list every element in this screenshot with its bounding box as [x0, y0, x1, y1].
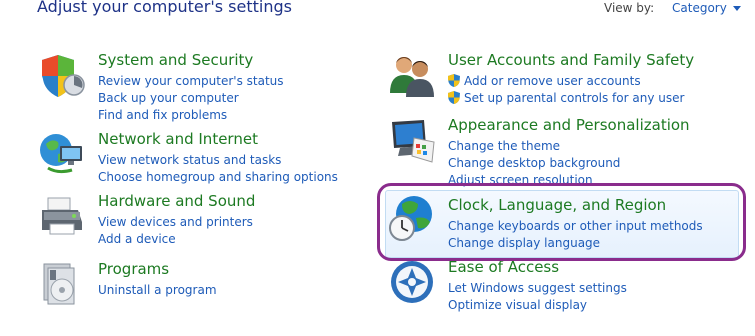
- link-desktop-background[interactable]: Change desktop background: [448, 155, 620, 172]
- link-display-language[interactable]: Change display language: [448, 235, 703, 252]
- link-change-theme[interactable]: Change the theme: [448, 138, 620, 155]
- shield-icon[interactable]: [38, 51, 86, 99]
- category-title-user-accounts[interactable]: User Accounts and Family Safety: [448, 51, 694, 69]
- view-by-label: View by:: [604, 1, 655, 15]
- link-network-status[interactable]: View network status and tasks: [98, 152, 338, 169]
- globe-clock-icon[interactable]: [388, 194, 436, 242]
- link-uninstall-program[interactable]: Uninstall a program: [98, 282, 217, 299]
- uac-shield-icon: [448, 91, 460, 104]
- view-by-control: View by: Category: [604, 1, 741, 15]
- category-title-clock-language-region[interactable]: Clock, Language, and Region: [448, 196, 666, 214]
- link-screen-resolution[interactable]: Adjust screen resolution: [448, 172, 620, 189]
- monitor-palette-icon[interactable]: [388, 116, 436, 164]
- link-homegroup[interactable]: Choose homegroup and sharing options: [98, 169, 338, 186]
- uac-shield-icon: [448, 74, 460, 87]
- category-title-network-internet[interactable]: Network and Internet: [98, 130, 258, 148]
- link-parental-controls[interactable]: Set up parental controls for any user: [448, 90, 684, 107]
- link-find-fix[interactable]: Find and fix problems: [98, 107, 284, 124]
- link-windows-suggest[interactable]: Let Windows suggest settings: [448, 280, 627, 297]
- category-title-hardware-sound[interactable]: Hardware and Sound: [98, 192, 255, 210]
- dropdown-arrow-icon[interactable]: [732, 6, 741, 11]
- globe-network-icon[interactable]: [38, 130, 86, 178]
- users-icon[interactable]: [388, 51, 436, 99]
- link-review-status[interactable]: Review your computer's status: [98, 73, 284, 90]
- view-by-dropdown[interactable]: Category: [672, 1, 741, 15]
- programs-icon[interactable]: [38, 260, 86, 308]
- link-change-keyboards[interactable]: Change keyboards or other input methods: [448, 218, 703, 235]
- printer-icon[interactable]: [38, 192, 86, 240]
- link-parental-controls-label[interactable]: Set up parental controls for any user: [464, 91, 684, 105]
- link-add-remove-users[interactable]: Add or remove user accounts: [448, 73, 684, 90]
- category-title-programs[interactable]: Programs: [98, 260, 169, 278]
- category-title-ease-of-access[interactable]: Ease of Access: [448, 258, 559, 276]
- link-add-remove-users-label[interactable]: Add or remove user accounts: [464, 74, 641, 88]
- view-by-value[interactable]: Category: [672, 1, 727, 15]
- link-devices-printers[interactable]: View devices and printers: [98, 214, 253, 231]
- category-title-appearance[interactable]: Appearance and Personalization: [448, 116, 690, 134]
- page-title: Adjust your computer's settings: [37, 0, 292, 16]
- link-optimize-visual[interactable]: Optimize visual display: [448, 297, 627, 314]
- ease-of-access-icon[interactable]: [388, 258, 436, 306]
- category-title-system-security[interactable]: System and Security: [98, 51, 253, 69]
- link-backup[interactable]: Back up your computer: [98, 90, 284, 107]
- link-add-device[interactable]: Add a device: [98, 231, 253, 248]
